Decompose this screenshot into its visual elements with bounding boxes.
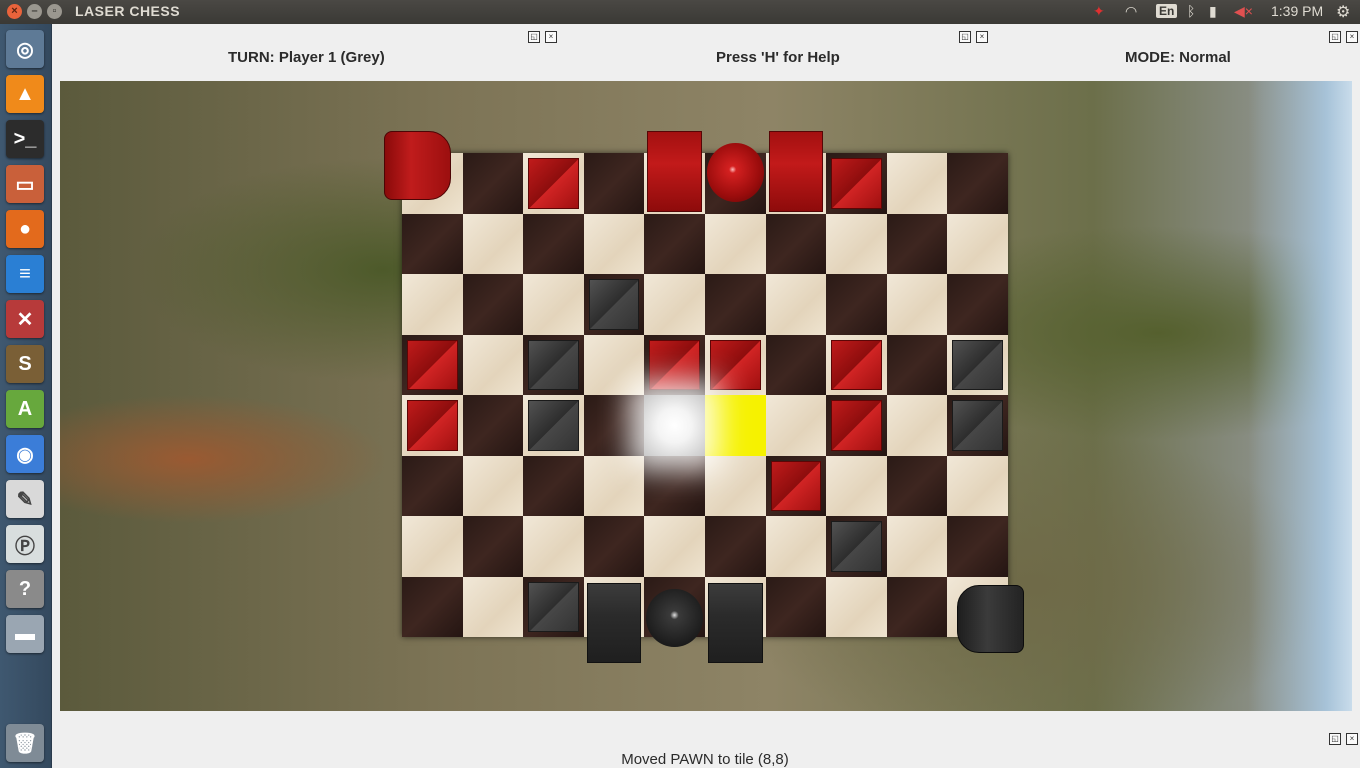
red-deflector-piece[interactable] [831, 158, 882, 209]
red-deflector-piece[interactable] [710, 339, 761, 390]
grey-deflector-piece[interactable] [952, 339, 1003, 390]
red-deflector-piece[interactable] [407, 400, 458, 451]
window-close-button[interactable]: × [7, 4, 22, 19]
launcher-firefox-icon[interactable]: ● [6, 210, 44, 248]
top-panel: × – ▫ LASER CHESS ✦ ◠ En ᛒ ▮ ◀× 1:39 PM … [0, 0, 1360, 24]
grey-deflector-piece[interactable] [528, 581, 579, 632]
launcher-pdf-viewer-icon[interactable]: Ⓟ [6, 525, 44, 563]
clock[interactable]: 1:39 PM [1271, 3, 1323, 19]
red-deflector-piece[interactable] [831, 400, 882, 451]
launcher-files-icon[interactable]: ▭ [6, 165, 44, 203]
launcher-settings-icon[interactable]: ✕ [6, 300, 44, 338]
launcher-text-editor-icon[interactable]: ✎ [6, 480, 44, 518]
gear-icon[interactable]: ⚙ [1336, 2, 1350, 22]
launcher-terminal-icon[interactable]: >_ [6, 120, 44, 158]
dock-float-icon[interactable]: ◱ [1329, 31, 1341, 43]
wifi-icon[interactable]: ◠ [1125, 3, 1137, 20]
dock-float-icon[interactable]: ◱ [959, 31, 971, 43]
red-block-piece[interactable] [647, 131, 702, 212]
update-notifier-icon[interactable]: ✦ [1093, 3, 1105, 20]
red-cylinder-piece[interactable] [384, 131, 451, 200]
mode-indicator: MODE: Normal [1125, 49, 1231, 66]
grey-deflector-piece[interactable] [528, 400, 579, 451]
grey-deflector-piece[interactable] [952, 400, 1003, 451]
status-message: Moved PAWN to tile (8,8) [621, 751, 789, 768]
red-sphere-piece[interactable] [707, 143, 764, 202]
launcher-android-studio-icon[interactable]: A [6, 390, 44, 428]
window-minimize-button[interactable]: – [27, 4, 42, 19]
red-deflector-piece[interactable] [407, 339, 458, 390]
grey-block-piece[interactable] [586, 582, 642, 663]
launcher-help-icon[interactable]: ? [6, 570, 44, 608]
turn-indicator: TURN: Player 1 (Grey) [228, 49, 385, 66]
red-deflector-piece[interactable] [831, 339, 882, 390]
dock-close-icon[interactable]: × [1346, 31, 1358, 43]
launcher-ubuntu-dash-icon[interactable]: ◎ [6, 30, 44, 68]
dock-close-icon[interactable]: × [1346, 733, 1358, 745]
dock-float-icon[interactable]: ◱ [528, 31, 540, 43]
game-scene[interactable] [60, 81, 1352, 711]
red-deflector-piece[interactable] [528, 158, 579, 209]
bluetooth-icon[interactable]: ᛒ [1187, 3, 1195, 19]
window-title: LASER CHESS [75, 3, 181, 19]
board-tile[interactable] [644, 395, 705, 456]
window-maximize-button[interactable]: ▫ [47, 4, 62, 19]
dock-close-icon[interactable]: × [976, 31, 988, 43]
grey-deflector-piece[interactable] [588, 279, 640, 330]
launcher: ◎ ▲ >_ ▭ ● ≡ ✕ S A ◉ ✎ Ⓟ? ▬ 🗑 [0, 24, 52, 768]
dock-float-icon[interactable]: ◱ [1329, 733, 1341, 745]
launcher-chromium-icon[interactable]: ◉ [6, 435, 44, 473]
help-hint: Press 'H' for Help [716, 49, 840, 66]
launcher-sublime-icon[interactable]: S [6, 345, 44, 383]
launcher-drive-icon[interactable]: ▬ [6, 615, 44, 653]
sound-muted-icon[interactable]: ◀× [1234, 3, 1253, 20]
battery-icon[interactable]: ▮ [1209, 3, 1217, 20]
red-deflector-piece[interactable] [649, 339, 700, 390]
grey-deflector-piece[interactable] [528, 339, 579, 390]
keyboard-layout-indicator[interactable]: En [1156, 4, 1178, 18]
grey-deflector-piece[interactable] [831, 521, 882, 572]
red-block-piece[interactable] [768, 131, 824, 212]
dock-close-icon[interactable]: × [545, 31, 557, 43]
pieces-layer [384, 131, 1024, 663]
red-deflector-piece[interactable] [770, 460, 822, 511]
launcher-writer-icon[interactable]: ≡ [6, 255, 44, 293]
grey-block-piece[interactable] [708, 582, 763, 663]
grey-sphere-piece[interactable] [646, 588, 703, 647]
launcher-vlc-icon[interactable]: ▲ [6, 75, 44, 113]
grey-cylinder-piece[interactable] [957, 584, 1024, 653]
